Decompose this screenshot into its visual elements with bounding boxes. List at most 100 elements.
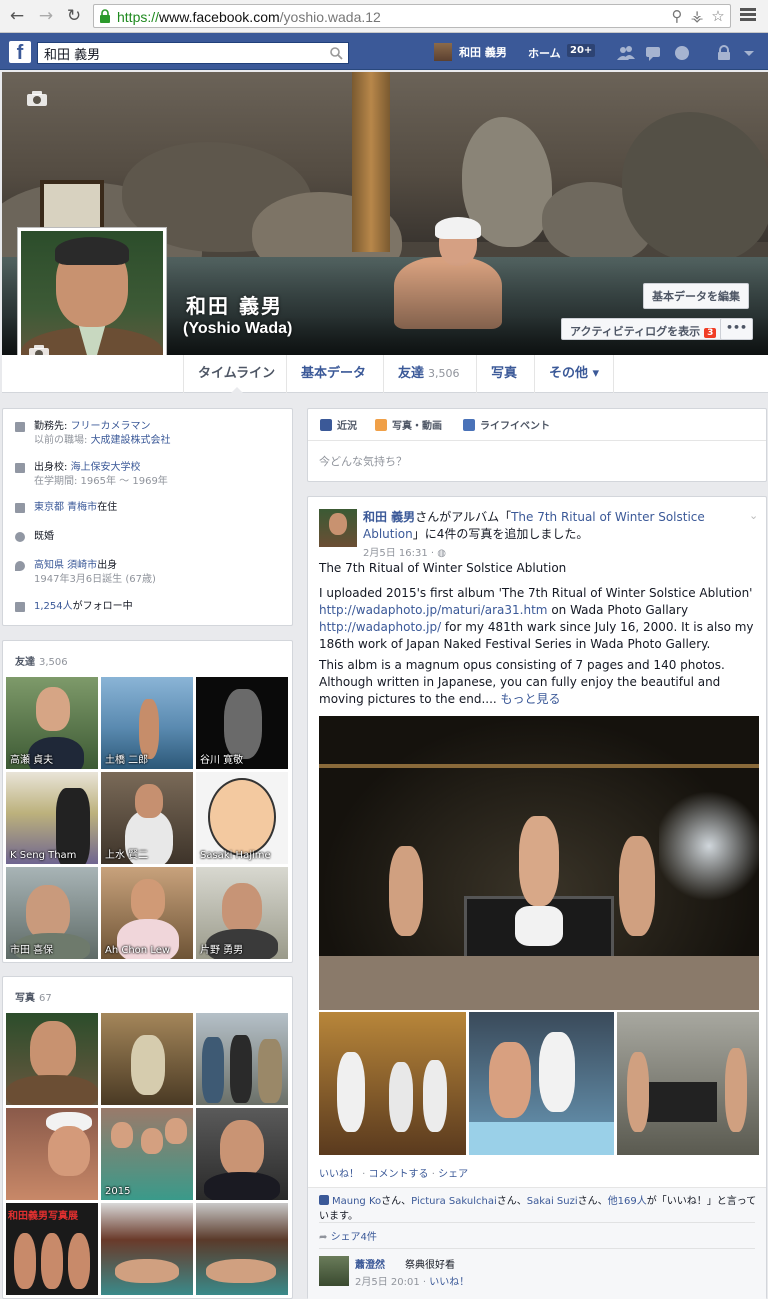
photo-tile[interactable] [196,1013,288,1105]
home-link[interactable]: ホーム [528,45,561,61]
address-bar[interactable]: https://www.facebook.com/yoshio.wada.12 … [93,4,731,28]
photos-title-label: 写真 [15,993,35,1004]
see-more-link[interactable]: もっと見る [501,692,561,706]
photo-tile[interactable] [196,1108,288,1200]
messages-icon[interactable] [645,45,663,61]
friend-tile[interactable]: 片野 勇男 [196,867,288,959]
comment-text: 祭典很好看 [405,1260,455,1271]
friend-tile[interactable]: 上水 賢二 [101,772,193,864]
forward-arrow-icon[interactable]: → [35,5,57,27]
search-input[interactable] [38,43,323,63]
lives-city-link[interactable]: 東京都 青梅市 [34,502,97,513]
zoom-icon[interactable]: ⚲ [668,7,686,25]
comment-timestamp[interactable]: 2月5日 20:01 · [355,1277,429,1288]
activity-log-button[interactable]: アクティビティログを表示 3 [561,318,726,340]
photo-tile[interactable]: 和田義男写真展 [6,1203,98,1295]
back-arrow-icon[interactable]: ← [6,5,28,27]
cover-camera-icon[interactable] [26,90,48,107]
friend-tile[interactable]: 高瀬 貞夫 [6,677,98,769]
post-author-avatar[interactable] [319,509,357,547]
friends-title[interactable]: 友達 3,506 [15,653,68,668]
commenter-name[interactable]: 蕭澄然 [355,1256,385,1271]
followers-link[interactable]: 1,254人 [34,601,73,612]
from-city-link[interactable]: 高知県 須崎市 [34,560,97,571]
friend-tile[interactable]: K Seng Tham [6,772,98,864]
post-header-tail: 」に4件の写真を追加しました。 [412,527,589,541]
photos-title[interactable]: 写真 67 [15,989,52,1004]
comment-like-link[interactable]: いいね！ [429,1277,469,1288]
post-link-wadaphoto[interactable]: http://wadaphoto.jp/ [319,620,441,634]
photo-tile[interactable] [6,1013,98,1105]
more-options-button[interactable]: ••• [720,318,753,340]
post-link-ara31[interactable]: http://wadaphoto.jp/maturi/ara31.htm [319,603,548,617]
exhibition-title-text: 和田義男写真展 [8,1211,78,1222]
post-options-chevron-icon[interactable]: ⌄ [749,509,758,522]
friend-tile[interactable]: 谷川 寛敬 [196,677,288,769]
friend-tile[interactable]: 市田 喜保 [6,867,98,959]
post-text-1: I uploaded 2015's first album 'The 7th R… [319,586,753,600]
composer-tab-photo[interactable]: 写真・動画 [375,417,442,432]
school-link[interactable]: 海上保安大学校 [71,462,141,473]
photo-tile[interactable] [101,1203,193,1295]
composer-input[interactable]: 今どんな気持ち？ [319,453,407,469]
friend-tile[interactable]: 土橋 二郎 [101,677,193,769]
reload-icon[interactable]: ↻ [63,5,85,27]
profile-link[interactable]: 和田 義男 [434,43,507,61]
post-timestamp[interactable]: 2月5日 16:31 · ◍ [363,544,446,559]
like-link[interactable]: いいね！ [319,1169,359,1180]
composer-tab-status-label: 近況 [337,421,357,432]
work-prev-link[interactable]: 大成建設株式会社 [91,435,171,446]
tab-about[interactable]: 基本データ [286,355,380,393]
browser-menu-icon[interactable] [738,6,758,26]
tab-photos[interactable]: 写真 [476,355,531,393]
facebook-top-bar: f 和田 義男 ホーム 20+ [0,33,768,70]
edit-profile-button[interactable]: 基本データを編集 [643,283,749,309]
liker-link[interactable]: Maung Ko [332,1196,381,1207]
activity-log-count: 3 [704,328,717,338]
friend-name: K Seng Tham [10,850,77,861]
photo-tile[interactable] [196,1203,288,1295]
friend-name: 上水 賢二 [105,850,149,861]
commenter-avatar[interactable] [319,1256,349,1286]
album-photo-thumb[interactable] [469,1012,614,1155]
friend-tile[interactable]: Ah Chon Lew [101,867,193,959]
birthday-text: 1947年3月6日誕生 (67歳) [34,574,156,585]
school-label: 出身校: [34,462,71,473]
composer-tab-life-event[interactable]: ライフイベント [463,417,550,432]
tab-friends[interactable]: 友達 3,506 [383,355,474,393]
liker-link[interactable]: Pictura Sakulchai [411,1196,497,1207]
intro-lives: 東京都 青梅市在住 [15,501,117,515]
liker-link[interactable]: Sakai Suzi [527,1196,578,1207]
friend-tile[interactable]: Sasaki Hajime [196,772,288,864]
search-icon[interactable] [329,46,343,60]
photo-tile[interactable] [6,1108,98,1200]
heart-icon [15,532,25,542]
share-link[interactable]: シェア [438,1169,468,1180]
composer-tab-status[interactable]: 近況 [320,417,357,432]
shares-link[interactable]: ➦ シェア4件 [319,1228,377,1243]
post-title: The 7th Ritual of Winter Solstice Abluti… [319,561,567,575]
facebook-logo[interactable]: f [9,41,31,63]
work-link[interactable]: フリーカメラマン [71,421,151,432]
post-author-link[interactable]: 和田 義男 [363,510,415,524]
key-icon[interactable]: ⚶ [688,7,706,25]
bookmark-star-icon[interactable]: ☆ [709,7,727,25]
photo-tile[interactable] [101,1013,193,1105]
tab-more[interactable]: その他 ▾ [534,355,615,393]
other-likers-link[interactable]: 他169人 [608,1196,647,1207]
album-photo-thumb[interactable] [319,1012,466,1155]
notifications-globe-icon[interactable] [673,45,691,61]
profile-name[interactable]: 和田 義男 [186,290,283,319]
friend-requests-icon[interactable] [617,45,635,61]
browser-toolbar: ← → ↻ https://www.facebook.com/yoshio.wa… [0,0,768,33]
photo-icon [375,418,387,431]
tab-timeline[interactable]: タイムライン [183,355,289,394]
privacy-lock-icon[interactable] [715,45,733,61]
search-box[interactable] [37,42,349,64]
photo-tile[interactable]: 2015 [101,1108,193,1200]
album-photo-thumb[interactable] [617,1012,759,1155]
album-photo-main[interactable] [319,716,759,1010]
account-menu-chevron-icon[interactable] [740,45,758,61]
relationship-text: 既婚 [34,531,54,542]
comment-link[interactable]: コメントする [369,1169,429,1180]
